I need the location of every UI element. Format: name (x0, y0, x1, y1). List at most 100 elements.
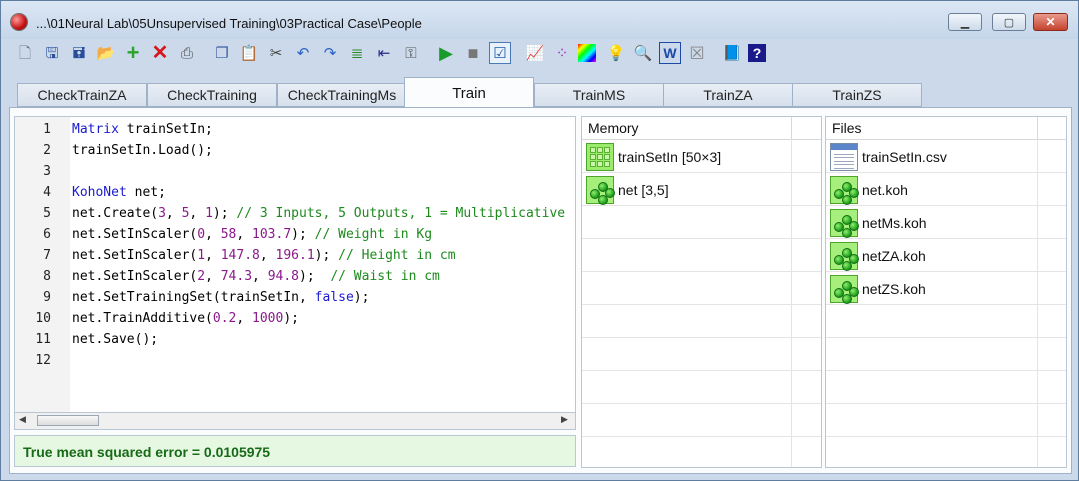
code-text[interactable]: net.SetInScaler(2, 74.3, 94.8); // Waist… (72, 266, 440, 287)
maximize-button[interactable]: ▢ (992, 13, 1026, 31)
memory-row[interactable] (582, 437, 821, 467)
tab-checktrainingms[interactable]: CheckTrainingMs (277, 83, 407, 107)
save-as-icon[interactable]: 🖬 (68, 42, 90, 64)
file-row[interactable] (826, 338, 1066, 371)
code-text[interactable]: KohoNet net; (72, 182, 166, 203)
clear-icon[interactable]: ☒ (686, 42, 708, 64)
code-text[interactable]: Matrix trainSetIn; (72, 119, 213, 140)
add-icon[interactable]: + (122, 42, 144, 64)
memory-row[interactable] (582, 338, 821, 371)
editor-horizontal-scrollbar[interactable]: ◀ ▶ (14, 413, 576, 430)
code-text[interactable]: net.SetInScaler(0, 58, 103.7); // Weight… (72, 224, 432, 245)
code-line[interactable]: 10 net.TrainAdditive(0.2, 1000); (15, 308, 575, 329)
preview-icon[interactable]: 🔍 (632, 42, 654, 64)
code-text[interactable]: net.Create(3, 5, 1); // 3 Inputs, 5 Outp… (72, 203, 565, 224)
code-token: , (236, 227, 253, 242)
code-line[interactable]: 9 net.SetTrainingSet(trainSetIn, false); (15, 287, 575, 308)
memory-row[interactable]: trainSetIn [50×3] (582, 140, 821, 173)
key-icon[interactable]: ⚿ (400, 42, 422, 64)
minimize-button[interactable]: ▁ (948, 13, 982, 31)
code-line[interactable]: 1 Matrix trainSetIn; (15, 119, 575, 140)
tab-trainms[interactable]: TrainMS (534, 83, 664, 107)
memory-row[interactable] (582, 272, 821, 305)
code-text[interactable]: net.SetInScaler(1, 147.8, 196.1); // Hei… (72, 245, 456, 266)
delete-icon[interactable]: ✕ (149, 42, 171, 64)
tab-trainzs[interactable]: TrainZS (792, 83, 922, 107)
undo-icon[interactable]: ↶ (292, 42, 314, 64)
file-row-item[interactable]: netMs.koh (830, 206, 927, 239)
code-text[interactable]: net.TrainAdditive(0.2, 1000); (72, 308, 299, 329)
code-line[interactable]: 3 (15, 161, 575, 182)
memory-row-item[interactable]: trainSetIn [50×3] (586, 140, 721, 173)
code-text[interactable]: net.Save(); (72, 329, 158, 350)
code-editor[interactable]: 1 Matrix trainSetIn; 2 trainSetIn.Load(); 3 4… (14, 116, 576, 413)
open-folder-icon[interactable]: 📂 (95, 42, 117, 64)
file-row-item[interactable]: net.koh (830, 173, 908, 206)
print-icon[interactable]: ⎙ (176, 42, 198, 64)
file-row[interactable] (826, 305, 1066, 338)
check-icon[interactable]: ☑ (489, 42, 511, 64)
file-row[interactable]: netZS.koh (826, 272, 1066, 305)
close-button[interactable]: ✕ (1033, 13, 1068, 31)
tab-checktraining[interactable]: CheckTraining (147, 83, 277, 107)
file-row[interactable] (826, 437, 1066, 467)
outdent-icon[interactable]: ⇤ (373, 42, 395, 64)
memory-panel[interactable]: Memory trainSetIn [50×3] net [3,5] (581, 116, 822, 468)
align-icon[interactable]: ≣ (346, 42, 368, 64)
scroll-left-icon[interactable]: ◀ (19, 414, 26, 425)
code-line[interactable]: 11 net.Save(); (15, 329, 575, 350)
save-icon[interactable]: 🖫 (41, 42, 63, 64)
code-line[interactable]: 4 KohoNet net; (15, 182, 575, 203)
memory-row-item[interactable]: net [3,5] (586, 173, 669, 206)
code-line[interactable]: 2 trainSetIn.Load(); (15, 140, 575, 161)
app-icon[interactable] (11, 14, 27, 30)
file-row-item[interactable]: netZA.koh (830, 239, 926, 272)
code-line[interactable]: 7 net.SetInScaler(1, 147.8, 196.1); // He… (15, 245, 575, 266)
code-token: , (205, 227, 221, 242)
color-icon[interactable] (578, 44, 596, 62)
word-icon[interactable]: W (659, 42, 681, 64)
help-icon[interactable]: ? (748, 44, 766, 62)
code-line[interactable]: 12 (15, 350, 575, 371)
file-row[interactable] (826, 371, 1066, 404)
book-icon[interactable]: 📘 (721, 42, 743, 64)
copy-icon[interactable]: ❐ (211, 42, 233, 64)
file-row[interactable]: netZA.koh (826, 239, 1066, 272)
file-row-item[interactable]: trainSetIn.csv (830, 140, 947, 173)
memory-row[interactable] (582, 305, 821, 338)
chart-icon[interactable]: 📈 (524, 42, 546, 64)
memory-row[interactable] (582, 239, 821, 272)
code-line[interactable]: 5 net.Create(3, 5, 1); // 3 Inputs, 5 Out… (15, 203, 575, 224)
code-text[interactable]: net.SetTrainingSet(trainSetIn, false); (72, 287, 369, 308)
file-row-label: netZA.koh (862, 247, 926, 264)
new-file-icon[interactable]: 🗋 (14, 42, 36, 64)
redo-icon[interactable]: ↷ (319, 42, 341, 64)
memory-row[interactable] (582, 371, 821, 404)
title-bar[interactable]: ...\01Neural Lab\05Unsupervised Training… (1, 1, 1078, 39)
tab-trainza[interactable]: TrainZA (663, 83, 793, 107)
tab-train[interactable]: Train (404, 77, 534, 108)
files-panel[interactable]: Files trainSetIn.csv net.koh netMs.koh netZ… (825, 116, 1067, 468)
stop-icon[interactable]: ■ (462, 42, 484, 64)
dots-icon[interactable]: ⁘ (551, 42, 573, 64)
scroll-right-icon[interactable]: ▶ (561, 414, 568, 425)
neural-net-icon (830, 274, 859, 304)
memory-row[interactable] (582, 206, 821, 239)
tab-checktrainza[interactable]: CheckTrainZA (17, 83, 147, 107)
file-row[interactable] (826, 404, 1066, 437)
run-icon[interactable]: ▶ (435, 42, 457, 64)
memory-row[interactable] (582, 404, 821, 437)
file-row[interactable]: net.koh (826, 173, 1066, 206)
memory-row[interactable]: net [3,5] (582, 173, 821, 206)
line-number: 5 (43, 206, 51, 221)
code-line[interactable]: 6 net.SetInScaler(0, 58, 103.7); // Weigh… (15, 224, 575, 245)
code-text[interactable]: trainSetIn.Load(); (72, 140, 213, 161)
cut-icon[interactable]: ✂ (265, 42, 287, 64)
code-line[interactable]: 8 net.SetInScaler(2, 74.3, 94.8); // Wais… (15, 266, 575, 287)
file-row[interactable]: trainSetIn.csv (826, 140, 1066, 173)
bulb-icon[interactable]: 💡 (605, 42, 627, 64)
file-row-item[interactable]: netZS.koh (830, 272, 926, 305)
scroll-thumb[interactable] (37, 415, 99, 426)
file-row[interactable]: netMs.koh (826, 206, 1066, 239)
paste-icon[interactable]: 📋 (238, 42, 260, 64)
